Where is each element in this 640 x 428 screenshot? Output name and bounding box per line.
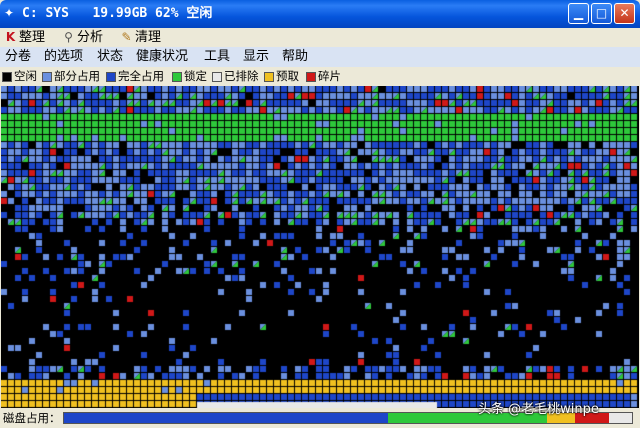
legend-swatch bbox=[172, 71, 182, 82]
legend-label: 已排除 bbox=[224, 69, 259, 83]
legend-label: 空闲 bbox=[14, 69, 37, 83]
menu-health[interactable]: 健康状况 bbox=[136, 48, 188, 66]
close-button[interactable]: ✕ bbox=[614, 3, 635, 24]
legend-swatch bbox=[106, 71, 116, 82]
legend-excluded: 已排除 bbox=[212, 69, 259, 84]
clean-label: 清理 bbox=[135, 30, 162, 45]
legend-fragment: 碎片 bbox=[306, 69, 341, 84]
legend-swatch bbox=[306, 71, 316, 82]
legend-swatch bbox=[42, 71, 52, 82]
menu-view[interactable]: 显示 bbox=[243, 48, 269, 66]
close-icon: ✕ bbox=[619, 6, 630, 20]
magnifier-icon: ⚲ bbox=[64, 30, 73, 44]
legend-locked: 锁定 bbox=[172, 69, 207, 84]
legend-label: 锁定 bbox=[184, 69, 207, 83]
menu-bar: 分卷 的选项 状态 健康状况 工具 显示 帮助 bbox=[0, 47, 640, 67]
menu-volume[interactable]: 分卷 bbox=[5, 48, 31, 66]
legend-label: 预取 bbox=[276, 69, 299, 83]
usage-segment bbox=[609, 413, 632, 423]
menu-options[interactable]: 的选项 bbox=[44, 48, 83, 66]
legend-label: 部分占用 bbox=[54, 69, 100, 83]
legend-full: 完全占用 bbox=[106, 69, 164, 84]
legend-swatch bbox=[264, 71, 274, 82]
defrag-label: 整理 bbox=[19, 30, 46, 45]
defrag-window: ✦ C: SYS 19.99GB 62% 空闲 ▁ □ ✕ K 整理 ⚲ 分析 … bbox=[0, 0, 640, 428]
legend-swatch bbox=[2, 71, 12, 82]
disk-usage-label: 磁盘占用： bbox=[3, 411, 61, 425]
legend-label: 碎片 bbox=[318, 69, 341, 83]
clean-button[interactable]: ✎ 清理 bbox=[120, 29, 161, 46]
maximize-icon: □ bbox=[595, 6, 608, 20]
analyze-button[interactable]: ⚲ 分析 bbox=[62, 29, 103, 46]
menu-status[interactable]: 状态 bbox=[97, 48, 123, 66]
legend-partial: 部分占用 bbox=[42, 69, 100, 84]
toolbar: K 整理 ⚲ 分析 ✎ 清理 bbox=[0, 28, 640, 47]
disk-cluster-map bbox=[1, 86, 639, 408]
legend-prefetch: 预取 bbox=[264, 69, 299, 84]
menu-help[interactable]: 帮助 bbox=[282, 48, 308, 66]
legend-swatch bbox=[212, 71, 222, 82]
maximize-button[interactable]: □ bbox=[591, 3, 612, 24]
title-bar[interactable]: ✦ C: SYS 19.99GB 62% 空闲 ▁ □ ✕ bbox=[0, 0, 640, 28]
app-icon: ✦ bbox=[4, 6, 15, 20]
defrag-button[interactable]: K 整理 bbox=[4, 29, 45, 46]
broom-icon: ✎ bbox=[121, 30, 132, 44]
usage-segment bbox=[64, 413, 388, 423]
legend: 空闲 部分占用 完全占用 锁定 已排除 预取 碎片 bbox=[0, 67, 640, 86]
minimize-icon: ▁ bbox=[573, 6, 584, 20]
defrag-icon: K bbox=[5, 30, 16, 44]
menu-tools[interactable]: 工具 bbox=[204, 48, 230, 66]
legend-label: 完全占用 bbox=[118, 69, 164, 83]
minimize-button[interactable]: ▁ bbox=[568, 3, 589, 24]
legend-free: 空闲 bbox=[2, 69, 37, 84]
watermark: 头条 @老毛桃winpe bbox=[478, 402, 599, 417]
window-title: C: SYS 19.99GB 62% 空闲 bbox=[22, 6, 213, 21]
analyze-label: 分析 bbox=[77, 30, 104, 45]
